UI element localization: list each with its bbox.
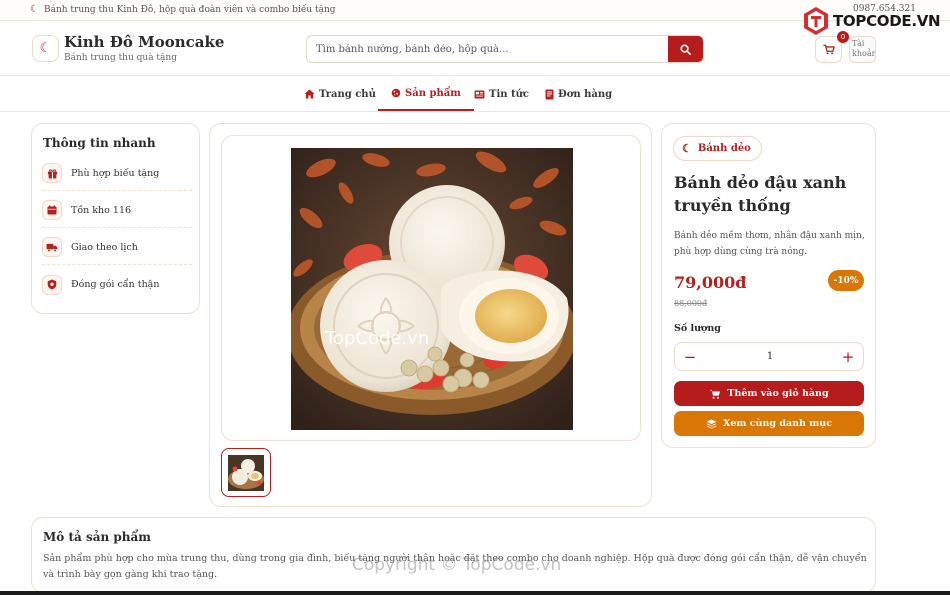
- moon-icon: ☾: [30, 4, 39, 15]
- product-price: 79,000đ: [674, 273, 747, 292]
- nav-item-home[interactable]: Trang chủ: [304, 77, 376, 111]
- topcode-logo-icon: [804, 7, 828, 35]
- calendar-icon: [42, 200, 62, 220]
- quantity-increase-button[interactable]: +: [833, 343, 863, 370]
- quick-info-item: Đóng gói cẩn thận: [42, 267, 192, 302]
- quantity-stepper: − 1 +: [674, 342, 864, 371]
- topcode-watermark-logo: TOPCODE.VN: [803, 6, 941, 36]
- product-title: Bánh dẻo đậu xanh truyền thống: [674, 173, 847, 215]
- nav-label: Tin tức: [489, 88, 529, 100]
- quantity-value[interactable]: 1: [705, 343, 835, 370]
- brand-name[interactable]: Kinh Đô Mooncake: [64, 33, 224, 51]
- search-button[interactable]: [668, 36, 703, 62]
- shield-icon: [42, 274, 62, 295]
- category-badge[interactable]: ☾ Bánh dẻo: [673, 136, 762, 161]
- nav-label: Trang chủ: [319, 88, 376, 100]
- product-short-description: Bánh dẻo mềm thơm, nhân đậu xanh mịn, ph…: [674, 231, 865, 257]
- quick-info-card: Thông tin nhanh Phù hợp biếu tặng Tồn kh…: [31, 123, 200, 314]
- image-watermark: TopCode.vn: [325, 328, 430, 349]
- topcode-watermark-text: TOPCODE.VN: [833, 12, 941, 30]
- quick-info-item: Phù hợp biếu tặng: [42, 156, 192, 191]
- quick-info-item: Giao theo lịch: [42, 230, 192, 265]
- window-bottom-edge: [0, 591, 950, 595]
- category-label: Bánh dẻo: [697, 143, 751, 154]
- quantity-decrease-button[interactable]: −: [675, 343, 705, 370]
- add-to-cart-label: Thêm vào giỏ hàng: [727, 388, 829, 399]
- home-icon: [304, 89, 315, 99]
- cart-icon: [709, 389, 721, 399]
- moon-logo-icon[interactable]: ☾: [32, 35, 59, 62]
- moon-icon: ☾: [682, 142, 692, 155]
- quick-info-item: Tồn kho 116: [42, 193, 192, 228]
- account-avatar[interactable]: Tài khoản: [849, 36, 876, 63]
- search-input[interactable]: [307, 36, 670, 62]
- announcement-text: Bánh trung thu Kinh Đô, hộp quà đoàn viê…: [43, 4, 336, 15]
- quick-info-label: Phù hợp biếu tặng: [71, 167, 160, 179]
- search-icon: [680, 43, 691, 55]
- quick-info-label: Tồn kho 116: [71, 204, 132, 216]
- view-category-label: Xem cùng danh mục: [723, 418, 832, 429]
- product-photo[interactable]: [291, 148, 573, 430]
- thumbnail-image[interactable]: [221, 448, 271, 497]
- layers-icon: [706, 418, 717, 429]
- quick-info-label: Giao theo lịch: [71, 241, 138, 253]
- quick-info-label: Đóng gói cẩn thận: [71, 279, 160, 290]
- announcement: ☾ Bánh trung thu Kinh Đô, hộp quà đoàn v…: [30, 4, 336, 15]
- discount-badge: -10%: [828, 270, 864, 291]
- brand-tagline: Bánh trung thu quà tặng: [64, 53, 177, 63]
- product-gallery: [209, 123, 652, 507]
- main-image-frame: [221, 135, 641, 441]
- nav-item-orders[interactable]: Đơn hàng: [545, 77, 612, 111]
- nav-label: Đơn hàng: [558, 88, 613, 100]
- nav-label: Sản phẩm: [405, 87, 461, 99]
- receipt-icon: [545, 89, 554, 99]
- cookie-icon: [391, 88, 401, 98]
- truck-icon: [42, 237, 62, 257]
- search-bar: [306, 35, 704, 63]
- quick-info-title: Thông tin nhanh: [43, 136, 156, 150]
- product-detail-card: ☾ Bánh dẻo Bánh dẻo đậu xanh truyền thốn…: [661, 123, 876, 448]
- cart-icon: [822, 44, 835, 55]
- copyright-watermark: Copyright © TopCode.vn: [352, 555, 562, 575]
- newspaper-icon: [474, 89, 485, 99]
- description-title: Mô tả sản phẩm: [43, 530, 151, 544]
- gift-icon: [42, 163, 62, 183]
- main-nav: Trang chủ Sản phẩm Tin tức Đơn hàng: [0, 77, 950, 112]
- quantity-label: Số lượng: [674, 323, 721, 334]
- nav-item-news[interactable]: Tin tức: [474, 77, 529, 111]
- view-category-button[interactable]: Xem cùng danh mục: [674, 411, 864, 436]
- add-to-cart-button[interactable]: Thêm vào giỏ hàng: [674, 381, 864, 406]
- old-price: 88,000đ: [674, 299, 708, 308]
- nav-item-products[interactable]: Sản phẩm: [378, 77, 474, 111]
- avatar-alt-text: Tài khoản: [852, 39, 876, 58]
